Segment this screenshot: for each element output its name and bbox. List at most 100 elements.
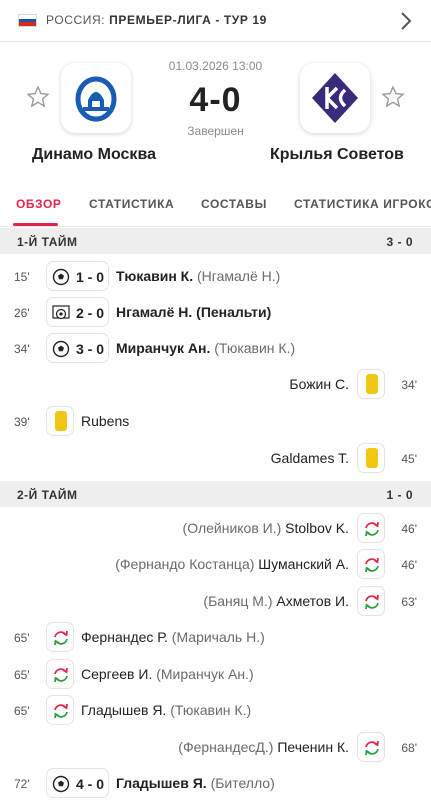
away-team-name[interactable]: Крылья Советов — [270, 146, 404, 164]
event-row[interactable]: 65' Гладышев Я. (Тюкавин К.) — [0, 693, 431, 729]
substitution-icon — [365, 557, 379, 573]
event-text: (ФернандесД.) Печенин К. — [178, 739, 349, 755]
first-half-header: 1-Й ТАЙМ 3 - 0 — [0, 228, 431, 254]
sub-badge — [357, 513, 385, 543]
goal-badge: 1 - 0 — [46, 261, 109, 291]
tab-statistics[interactable]: СТАТИСТИКА — [89, 197, 174, 211]
second-half-header: 2-Й ТАЙМ 1 - 0 — [0, 481, 431, 507]
event-row[interactable]: (Олейников И.) Stolbov K. 46' — [0, 511, 431, 547]
event-row[interactable]: (Баняц М.) Ахметов И. 63' — [0, 584, 431, 620]
penalty-icon — [52, 305, 70, 320]
event-assist: (Пенальти) — [196, 304, 272, 320]
event-row[interactable]: 26' 2 - 0 Нгамалё Н. (Пенальти) — [0, 295, 431, 331]
event-minute: 65' — [14, 631, 30, 645]
half-label: 1-Й ТАЙМ — [17, 235, 78, 249]
football-icon — [52, 775, 70, 793]
event-minute: 26' — [14, 306, 30, 320]
event-player: Rubens — [81, 413, 130, 429]
event-text: Миранчук Ан. (Тюкавин К.) — [116, 340, 295, 356]
event-player: Нгамалё Н. — [116, 304, 193, 320]
event-row[interactable]: 72' 4 - 0 Гладышев Я. (Бителло) — [0, 766, 431, 800]
half-score: 1 - 0 — [386, 488, 413, 502]
event-player: Миранчук Ан. — [116, 340, 211, 356]
substitution-icon — [54, 703, 68, 719]
event-assist: (Тюкавин К.) — [214, 340, 296, 356]
event-minute: 65' — [14, 704, 30, 718]
event-assist: (ФернандесД.) — [178, 739, 274, 755]
substitution-icon — [365, 594, 379, 610]
event-player: Шуманский А. — [258, 556, 349, 572]
half-label: 2-Й ТАЙМ — [17, 488, 78, 502]
event-score: 3 - 0 — [76, 341, 105, 357]
event-text: Гладышев Я. (Бителло) — [116, 775, 275, 791]
favorite-away-star-icon[interactable] — [381, 85, 405, 109]
sub-badge — [357, 732, 385, 762]
substitution-icon — [365, 740, 379, 756]
event-player: Печенин К. — [277, 739, 349, 755]
yellow-card-icon — [366, 448, 378, 468]
event-row[interactable]: Божин С. 34' — [0, 367, 431, 403]
event-minute: 65' — [14, 668, 30, 682]
event-minute: 39' — [14, 415, 30, 429]
sub-badge — [46, 659, 74, 689]
substitution-icon — [54, 630, 68, 646]
event-minute: 34' — [14, 342, 30, 356]
event-score: 2 - 0 — [76, 305, 105, 321]
goal-badge: 2 - 0 — [46, 297, 109, 327]
event-row[interactable]: Galdames T. 45' — [0, 441, 431, 477]
event-row[interactable]: (ФернандесД.) Печенин К. 68' — [0, 730, 431, 766]
event-player: Ахметов И. — [276, 593, 349, 609]
tab-lineups[interactable]: СОСТАВЫ — [201, 197, 267, 211]
event-score: 4 - 0 — [76, 776, 105, 792]
sub-badge — [357, 549, 385, 579]
event-assist: (Миранчук Ан.) — [156, 666, 254, 682]
match-header: 01.03.2026 13:00 4-0 Завершен Динамо Мос… — [0, 43, 431, 178]
event-text: Гладышев Я. (Тюкавин К.) — [81, 702, 251, 718]
yellow-card-icon — [366, 374, 378, 394]
event-player: Фернандес Р. — [81, 629, 168, 645]
event-minute: 46' — [401, 558, 417, 572]
event-row[interactable]: 15' 1 - 0 Тюкавин К. (Нгамалё Н.) — [0, 259, 431, 295]
event-assist: (Маричаль Н.) — [171, 629, 265, 645]
tab-overview[interactable]: ОБЗОР — [16, 197, 62, 211]
event-text: (Олейников И.) Stolbov K. — [183, 520, 349, 536]
event-minute: 34' — [401, 378, 417, 392]
event-row[interactable]: 65' Сергеев И. (Миранчук Ан.) — [0, 657, 431, 693]
football-icon — [52, 268, 70, 286]
event-minute: 72' — [14, 777, 30, 791]
event-player: Stolbov K. — [285, 520, 349, 536]
event-player: Тюкавин К. — [116, 268, 194, 284]
event-player: Galdames T. — [270, 450, 349, 466]
event-row[interactable]: (Фернандо Костанца) Шуманский А. 46' — [0, 547, 431, 583]
tab-bar: ОБЗОР СТАТИСТИКА СОСТАВЫ СТАТИСТИКА ИГРО… — [0, 180, 431, 227]
card-badge — [357, 443, 385, 473]
home-team-name[interactable]: Динамо Москва — [32, 146, 156, 164]
event-player: Сергеев И. — [81, 666, 153, 682]
event-text: Тюкавин К. (Нгамалё Н.) — [116, 268, 280, 284]
goal-badge: 3 - 0 — [46, 333, 109, 363]
event-score: 1 - 0 — [76, 269, 105, 285]
competition-bar[interactable]: РОССИЯ: ПРЕМЬЕР-ЛИГА - ТУР 19 — [0, 0, 431, 42]
sub-badge — [46, 695, 74, 725]
event-assist: (Тюкавин К.) — [170, 702, 252, 718]
event-row[interactable]: 39' Rubens — [0, 404, 431, 440]
competition-label: ПРЕМЬЕР-ЛИГА - ТУР 19 — [109, 13, 267, 27]
tab-player-statistics[interactable]: СТАТИСТИКА ИГРОКО — [294, 197, 431, 211]
sub-badge — [357, 586, 385, 616]
card-badge — [46, 406, 74, 436]
event-assist: (Фернандо Костанца) — [115, 556, 255, 572]
substitution-icon — [54, 667, 68, 683]
substitution-icon — [365, 521, 379, 537]
active-tab-indicator — [13, 223, 58, 226]
event-row[interactable]: 34' 3 - 0 Миранчук Ан. (Тюкавин К.) — [0, 331, 431, 367]
krylia-logo-icon — [312, 73, 358, 123]
event-minute: 45' — [401, 452, 417, 466]
event-assist: (Бителло) — [210, 775, 275, 791]
event-row[interactable]: 65' Фернандес Р. (Маричаль Н.) — [0, 620, 431, 656]
away-team-logo[interactable] — [300, 63, 370, 133]
event-minute: 46' — [401, 522, 417, 536]
event-text: (Баняц М.) Ахметов И. — [203, 593, 349, 609]
chevron-right-icon[interactable] — [399, 11, 413, 31]
event-assist: (Олейников И.) — [182, 520, 282, 536]
event-minute: 68' — [401, 741, 417, 755]
